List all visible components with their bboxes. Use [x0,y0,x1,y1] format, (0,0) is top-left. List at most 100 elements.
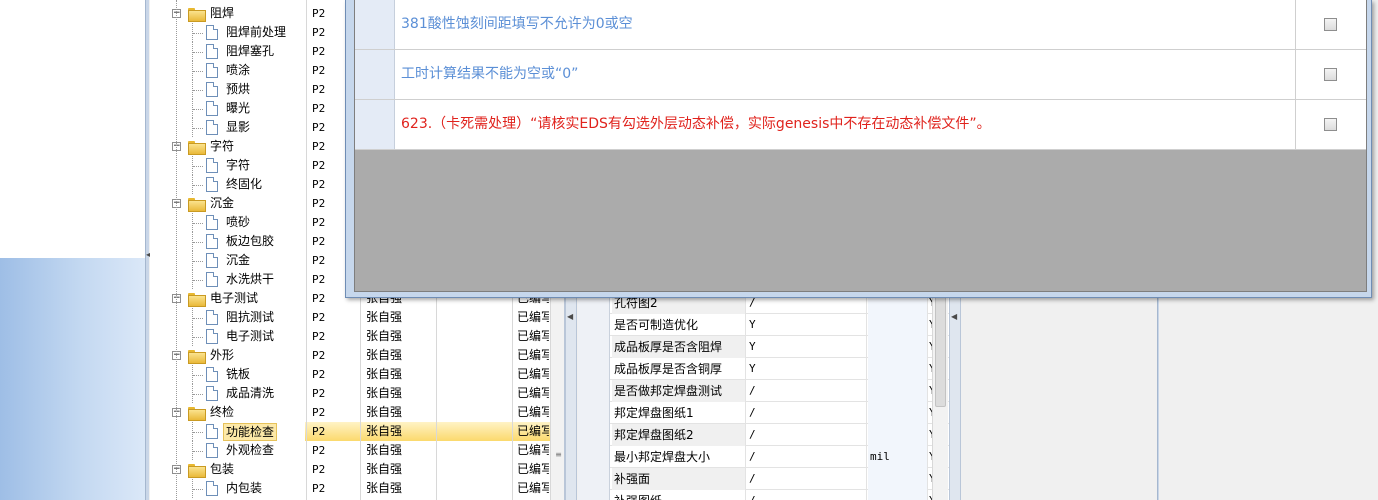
property-value[interactable]: Y [747,314,867,336]
document-icon [206,329,218,344]
property-row[interactable]: 邦定焊盘图纸1/Y [578,402,950,424]
column-divider [1295,100,1296,149]
document-icon [206,234,218,249]
row-header [578,336,610,358]
message-checkbox[interactable] [1324,118,1337,131]
person-cell: 张自强 [366,329,403,343]
tree-connector [192,270,193,289]
tree-item-label[interactable]: 内包装 [226,479,262,498]
tree-item-label[interactable]: 成品清洗 [226,384,274,403]
property-value[interactable]: / [747,380,867,402]
tree-item-label[interactable]: 阻焊塞孔 [226,42,274,61]
level-cell: P2 [312,7,326,20]
document-icon [206,44,218,59]
tree-item-row[interactable]: 内包装 P2 张自强 已编写 [150,479,564,498]
property-row[interactable]: 是否做邦定焊盘测试/Y [578,380,950,402]
tree-item-row[interactable]: 成品清洗 P2 张自强 已编写 [150,384,564,403]
level-cell: P2 [312,26,326,39]
property-row[interactable]: 成品板厚是否含铜厚YY [578,358,950,380]
tree-item-label[interactable]: 沉金 [226,251,250,270]
tree-connector [193,375,203,376]
tree-item-label[interactable]: 字符 [226,156,250,175]
tree-item-label[interactable]: 电子测试 [210,289,258,308]
property-grid: 孔符图2/Y是否可制造优化YY成品板厚是否含阻焊YY成品板厚是否含铜厚YY是否做… [578,290,950,500]
right-splitter[interactable] [949,290,961,500]
property-row[interactable]: 补强图纸/Y [578,490,950,500]
property-unit [868,380,928,402]
tree-item-label[interactable]: 阻焊 [210,4,234,23]
tree-item-row[interactable]: 功能检查 P2 张自强 已编写 [150,422,564,441]
row-header[interactable] [355,100,395,149]
scroll-thumb[interactable] [935,292,946,407]
tree-connector [192,384,193,403]
message-row[interactable]: 381酸性蚀刻间距填写不允许为0或空 [355,0,1366,50]
tree-item-label[interactable]: 功能检查 [223,423,278,441]
row-header [578,358,610,380]
tree-item-label[interactable]: 板边包胶 [226,232,274,251]
tree-scrollbar[interactable]: ≡ [550,290,564,500]
tree-item-label[interactable]: 预烘 [226,80,250,99]
level-cell: P2 [312,311,326,324]
message-checkbox[interactable] [1324,68,1337,81]
tree-connector [193,166,203,167]
property-scrollbar[interactable] [932,290,948,500]
message-checkbox[interactable] [1324,18,1337,31]
row-header [578,468,610,490]
property-row[interactable]: 是否可制造优化YY [578,314,950,336]
property-row[interactable]: 补强面/Y [578,468,950,490]
property-row[interactable]: 邦定焊盘图纸2/Y [578,424,950,446]
middle-splitter[interactable] [565,290,577,500]
tree-item-label[interactable]: 铣板 [226,365,250,384]
scroll-grip-icon[interactable]: ≡ [553,451,564,463]
document-icon [206,63,218,78]
splitter-arrow-icon[interactable]: ◀ [567,312,573,321]
tree-item-row[interactable]: 阻抗测试 P2 张自强 已编写 [150,308,564,327]
property-value[interactable]: Y [747,358,867,380]
tree-item-label[interactable]: 水洗烘干 [226,270,274,289]
tree-item-label[interactable]: 终检 [210,403,234,422]
property-row[interactable]: 最小邦定焊盘大小/milY [578,446,950,468]
property-value[interactable]: / [747,446,867,468]
tree-item-label[interactable]: 喷涂 [226,61,250,80]
level-cell: P2 [312,444,326,457]
document-icon [206,158,218,173]
tree-item-label[interactable]: 喷砂 [226,213,250,232]
status-cell: 已编写 [517,367,549,381]
tree-connector [192,118,193,137]
tree-connector [193,109,203,110]
property-value[interactable]: / [747,468,867,490]
property-value[interactable]: / [747,490,867,500]
row-header[interactable] [355,0,395,49]
tree-item-label[interactable]: 曝光 [226,99,250,118]
tree-folder-row[interactable]: −终检P2张自强已编写 [150,403,564,422]
tree-folder-row[interactable]: −外形P2张自强已编写 [150,346,564,365]
tree-item-label[interactable]: 外形 [210,346,234,365]
level-cell: P2 [312,330,326,343]
property-value[interactable]: Y [747,336,867,358]
tree-item-row[interactable]: 外观检查 P2 张自强 已编写 [150,441,564,460]
message-row[interactable]: 工时计算结果不能为空或“0” [355,50,1366,100]
tree-item-label[interactable]: 电子测试 [226,327,274,346]
tree-item-row[interactable]: 电子测试 P2 张自强 已编写 [150,327,564,346]
message-row[interactable]: 623.（卡死需处理）“请核实EDS有勾选外层动态补偿，实际genesis中不存… [355,100,1366,150]
tree-item-label[interactable]: 外观检查 [226,441,274,460]
tree-item-label[interactable]: 终固化 [226,175,262,194]
tree-connector [193,261,203,262]
tree-connector [193,185,203,186]
property-unit [868,336,928,358]
property-row[interactable]: 成品板厚是否含阻焊YY [578,336,950,358]
tree-item-label[interactable]: 阻抗测试 [226,308,274,327]
tree-item-label[interactable]: 包装 [210,460,234,479]
splitter-arrow-icon[interactable]: ◀ [951,312,957,321]
status-cell: 已编写 [517,424,549,438]
tree-folder-row[interactable]: −包装P2张自强已编写 [150,460,564,479]
row-header[interactable] [355,50,395,99]
property-value[interactable]: / [747,402,867,424]
tree-item-label[interactable]: 字符 [210,137,234,156]
tree-item-label[interactable]: 显影 [226,118,250,137]
property-unit [868,358,928,380]
tree-item-label[interactable]: 阻焊前处理 [226,23,286,42]
property-value[interactable]: / [747,424,867,446]
tree-item-label[interactable]: 沉金 [210,194,234,213]
tree-item-row[interactable]: 铣板 P2 张自强 已编写 [150,365,564,384]
